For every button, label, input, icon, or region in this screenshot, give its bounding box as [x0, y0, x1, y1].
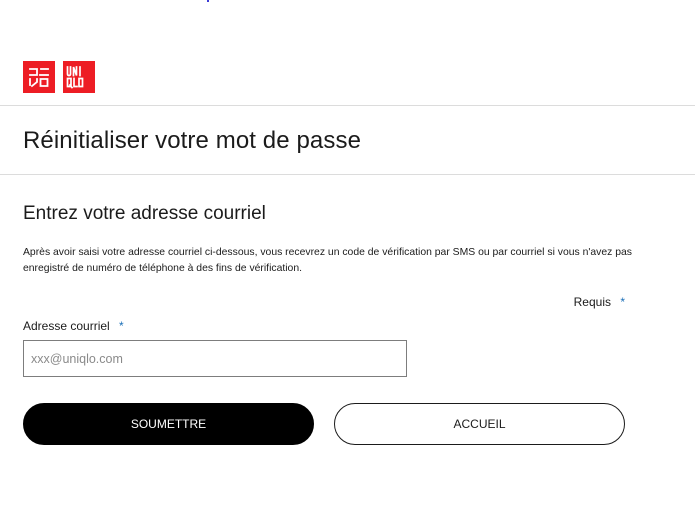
- uniqlo-logo[interactable]: [23, 61, 95, 93]
- logo-katakana-box: [23, 61, 55, 93]
- required-label: Requis: [573, 295, 611, 309]
- logo-latin-icon: [66, 66, 84, 89]
- header-divider: [0, 105, 695, 106]
- submit-button[interactable]: SOUMETTRE: [23, 403, 314, 445]
- required-note: Requis *: [574, 295, 625, 309]
- reset-password-page: Réinitialiser votre mot de passe Entrez …: [0, 0, 695, 507]
- title-divider: [0, 174, 695, 175]
- email-required-asterisk: *: [119, 319, 124, 333]
- stray-dot: [207, 0, 209, 2]
- submit-button-label: SOUMETTRE: [130, 417, 207, 431]
- instructions-text: Après avoir saisi votre adresse courriel…: [23, 247, 632, 274]
- logo-katakana-icon: [29, 68, 49, 88]
- page-title: Réinitialiser votre mot de passe: [23, 127, 362, 154]
- home-button[interactable]: ACCUEIL: [334, 403, 625, 445]
- email-label-text: Adresse courriel: [23, 319, 110, 333]
- section-title: Entrez votre adresse courriel: [23, 203, 266, 224]
- home-button-label: ACCUEIL: [453, 417, 506, 431]
- logo-latin-box: [63, 61, 95, 93]
- required-asterisk: *: [620, 295, 625, 309]
- email-input[interactable]: [23, 340, 407, 377]
- email-label: Adresse courriel *: [23, 319, 124, 333]
